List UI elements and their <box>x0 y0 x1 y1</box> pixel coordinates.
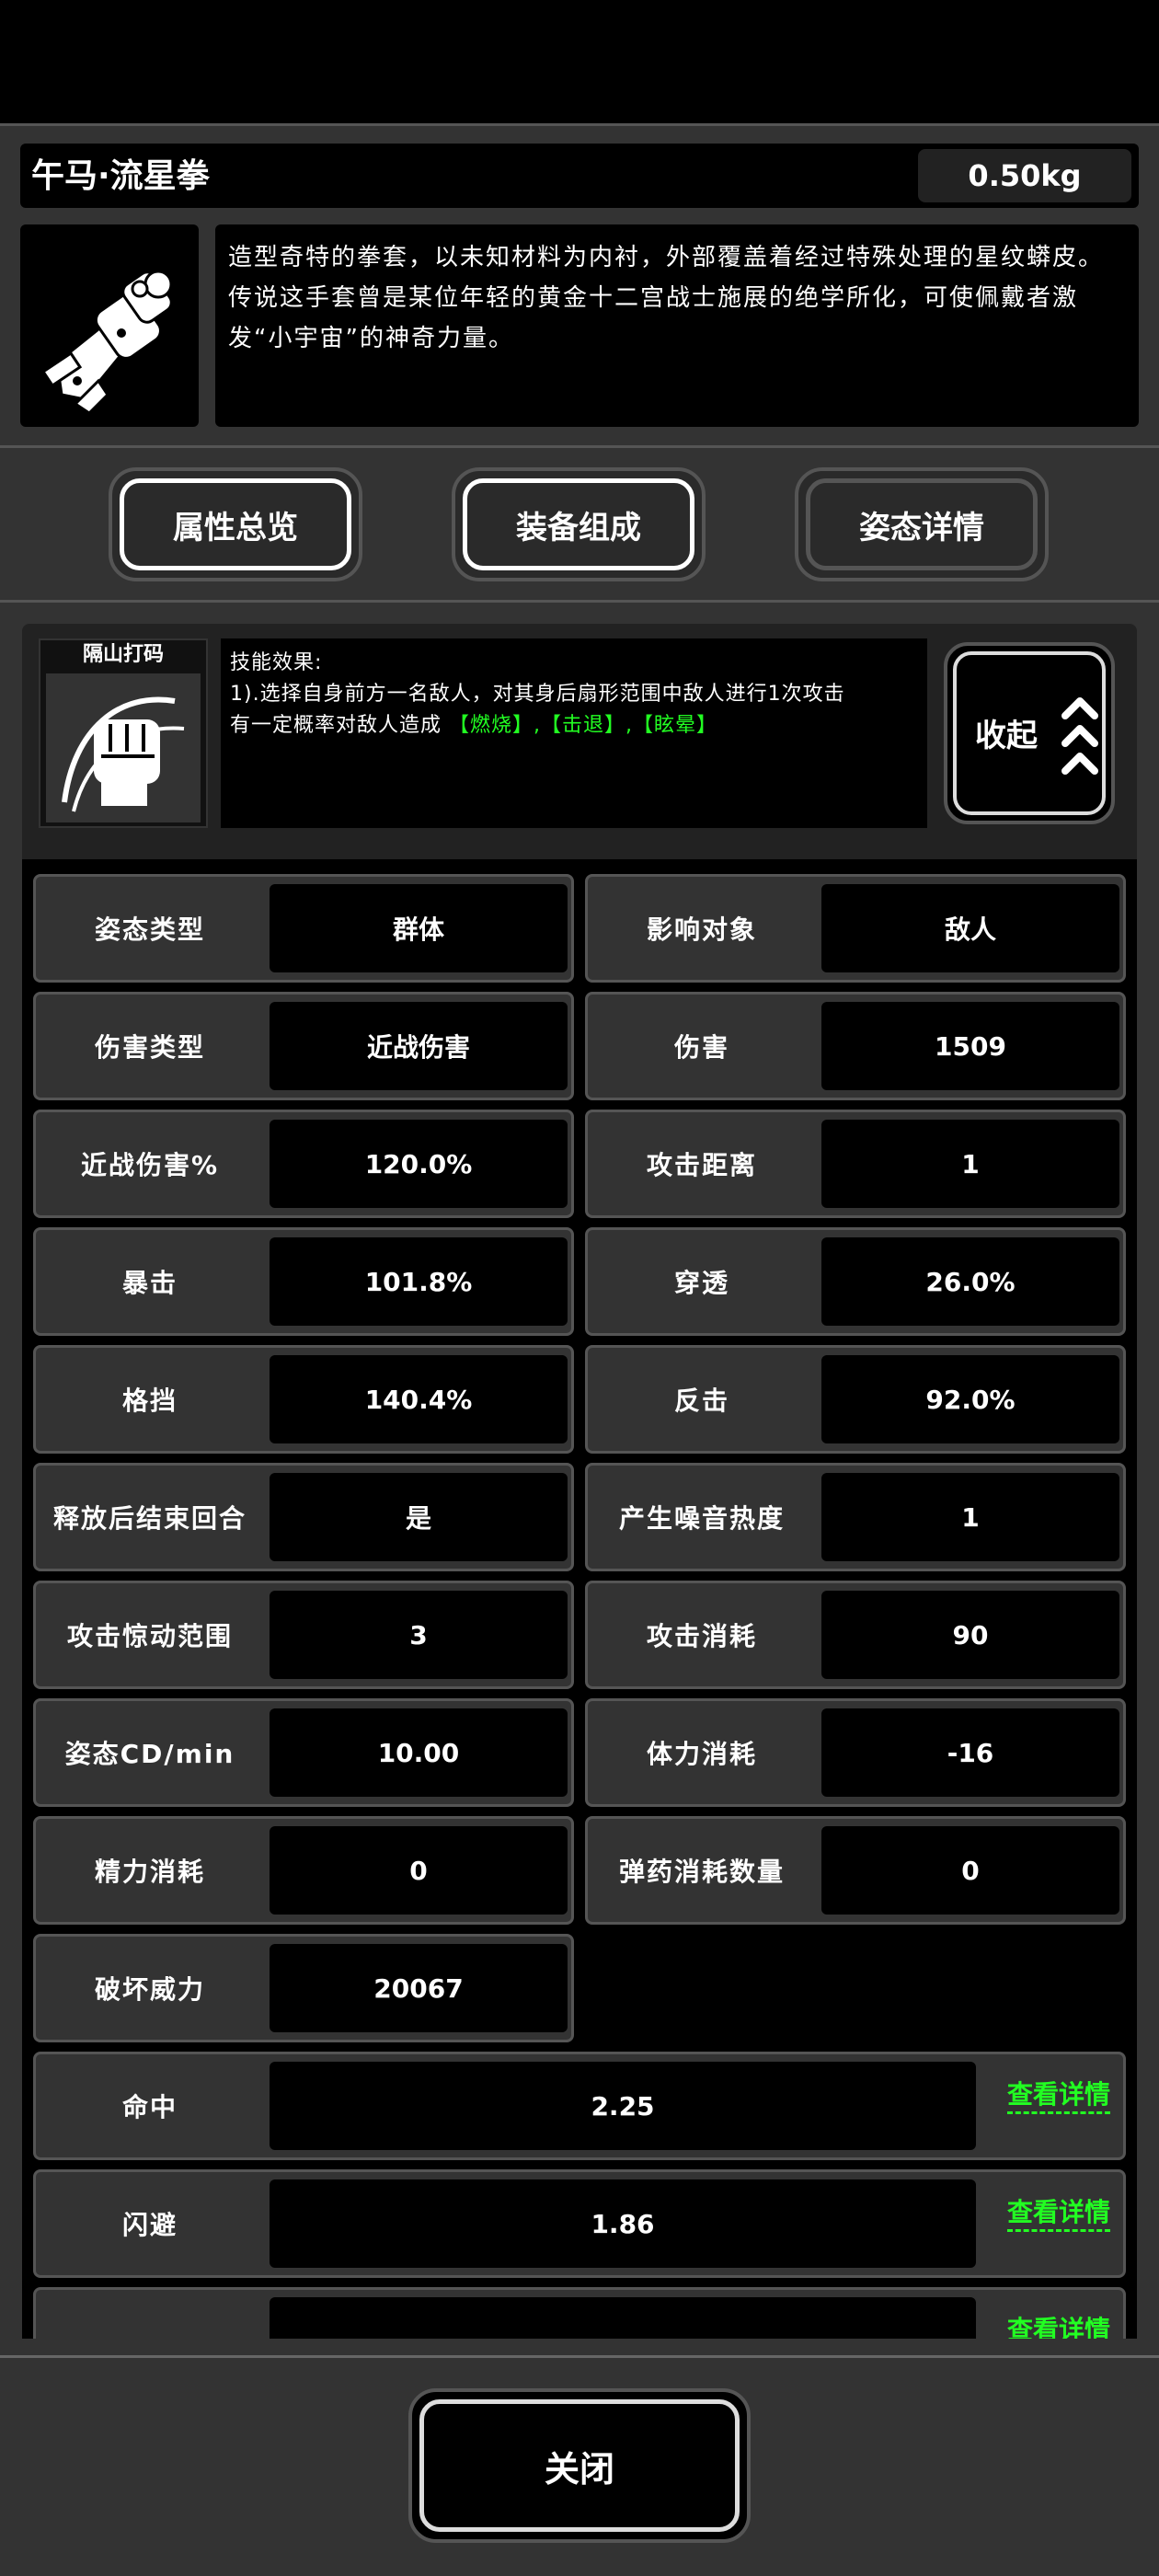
skill-effect-title: 技能效果: <box>230 651 323 674</box>
stat-label: 释放后结束回合 <box>52 1503 247 1534</box>
stat-value: 1 <box>821 1120 1119 1208</box>
stat-value: 2.25 <box>270 2062 976 2150</box>
skill-effect-line: 1).选择自身前方一名敌人，对其身后扇形范围中敌人进行1次攻击 <box>230 683 845 706</box>
stat-row: 攻击惊动范围 3 <box>33 1581 574 1689</box>
stat-label: 命中 <box>121 2092 178 2122</box>
stat-label: 姿态CD/min <box>64 1739 235 1769</box>
stat-value: 3 <box>270 1591 568 1679</box>
stat-label: 精力消耗 <box>94 1857 205 1887</box>
stat-value: 101.8% <box>270 1237 568 1326</box>
fist-icon <box>46 673 201 822</box>
skill-effect: 技能效果: 1).选择自身前方一名敌人，对其身后扇形范围中敌人进行1次攻击 有一… <box>221 638 927 828</box>
stat-value: 群体 <box>270 884 568 972</box>
divider <box>0 445 1159 448</box>
stat-row: 攻击消耗 90 <box>585 1581 1126 1689</box>
stat-row: 攻击距离 1 <box>585 1110 1126 1218</box>
close-button[interactable]: 关闭 <box>408 2388 751 2543</box>
tab-attribute-overview[interactable]: 属性总览 <box>109 467 362 581</box>
collapse-button[interactable]: 收起 <box>944 642 1115 824</box>
stat-label: 近战伤害% <box>80 1150 220 1180</box>
stat-label: 体力消耗 <box>646 1739 757 1769</box>
stat-label: 攻击惊动范围 <box>66 1621 233 1651</box>
tab-label: 姿态详情 <box>859 509 984 546</box>
stat-label: 反击 <box>673 1386 729 1416</box>
stat-row: 姿态CD/min 10.00 <box>33 1698 574 1807</box>
item-description: 造型奇特的拳套，以未知材料为内衬，外部覆盖着经过特殊处理的星纹蟒皮。传说这手套曾… <box>215 224 1139 427</box>
stat-label: 暴击 <box>121 1268 178 1298</box>
chevron-up-icon <box>1061 697 1098 775</box>
stat-row: 释放后结束回合是 <box>33 1463 574 1571</box>
gauntlet-icon <box>20 224 199 427</box>
stat-value: 是 <box>270 1473 568 1561</box>
stat-value: 近战伤害 <box>270 1002 568 1090</box>
stat-value: 1.86 <box>270 2179 976 2268</box>
tab-label: 属性总览 <box>173 509 298 546</box>
close-label: 关闭 <box>544 2448 614 2490</box>
stat-row: 影响对象 敌人 <box>585 874 1126 983</box>
stat-value: 敌人 <box>821 884 1119 972</box>
stat-value <box>270 2297 976 2339</box>
stat-value: 10.00 <box>270 1708 568 1797</box>
stat-value: 1509 <box>821 1002 1119 1090</box>
stat-value: 20067 <box>270 1944 568 2032</box>
divider <box>0 600 1159 603</box>
stat-value: 120.0% <box>270 1120 568 1208</box>
stat-row: 反击 92.0% <box>585 1345 1126 1454</box>
stat-row: 破坏威力 20067 <box>33 1934 574 2042</box>
view-details-link[interactable]: 查看详情 <box>1007 2078 1111 2114</box>
stat-row: 伤害 1509 <box>585 992 1126 1100</box>
stat-label: 攻击距离 <box>646 1150 757 1180</box>
item-weight: 0.50kg <box>918 149 1131 202</box>
tab-label: 装备组成 <box>516 509 641 546</box>
item-name: 午马·流星拳 <box>31 157 210 195</box>
stat-label: 姿态类型 <box>94 914 205 945</box>
stat-label: 弹药消耗数量 <box>618 1857 785 1887</box>
stat-row: 格挡 140.4% <box>33 1345 574 1454</box>
stat-row: 穿透 26.0% <box>585 1227 1126 1336</box>
stat-label: 攻击消耗 <box>646 1621 757 1651</box>
stat-row: 暴击 101.8% <box>33 1227 574 1336</box>
stat-row: 近战伤害% 120.0% <box>33 1110 574 1218</box>
stats-grid: 姿态类型 群体 影响对象 敌人 伤害类型 近战伤害 伤害 1509 近战伤害% 120.0% 攻击距… <box>22 859 1137 2339</box>
stat-label: 伤害类型 <box>94 1032 205 1063</box>
stat-value: 0 <box>821 1826 1119 1915</box>
stat-label: 伤害 <box>673 1032 729 1063</box>
stat-value: 92.0% <box>821 1355 1119 1443</box>
stat-value: 90 <box>821 1591 1119 1679</box>
stat-value: 0 <box>270 1826 568 1915</box>
stat-row: 精力消耗 0 <box>33 1816 574 1925</box>
skill-effect-prefix: 有一定概率对敌人造成 <box>230 714 442 737</box>
stat-label: 破坏威力 <box>94 1974 205 2005</box>
view-details-link[interactable]: 查看详情 <box>1007 2314 1110 2339</box>
stat-label: 影响对象 <box>646 914 757 945</box>
collapse-label: 收起 <box>975 718 1038 754</box>
stat-value: 140.4% <box>270 1355 568 1443</box>
stat-label: 穿透 <box>673 1268 729 1298</box>
stat-label <box>36 2290 264 2339</box>
detail-row: 闪避 1.86 查看详情 <box>33 2169 1126 2278</box>
stat-label: 格挡 <box>121 1386 178 1416</box>
stat-value: 26.0% <box>821 1237 1119 1326</box>
stat-label: 产生噪音热度 <box>618 1503 785 1534</box>
stat-row: 弹药消耗数量 0 <box>585 1816 1126 1925</box>
tab-equipment-composition[interactable]: 装备组成 <box>452 467 706 581</box>
stat-row: 姿态类型 群体 <box>33 874 574 983</box>
detail-row: 命中 2.25 查看详情 <box>33 2052 1126 2160</box>
stat-row: 伤害类型 近战伤害 <box>33 992 574 1100</box>
stat-row: 体力消耗 -16 <box>585 1698 1126 1807</box>
skill-effect-line: 有一定概率对敌人造成 【燃烧】,【击退】,【眩晕】 <box>230 710 918 742</box>
tab-stance-details[interactable]: 姿态详情 <box>795 467 1049 581</box>
stat-label: 闪避 <box>121 2210 178 2240</box>
skill-name: 隔山打码 <box>82 643 164 666</box>
stat-row: 产生噪音热度 1 <box>585 1463 1126 1571</box>
stat-value: -16 <box>821 1708 1119 1797</box>
skill-effect-tags: 【燃烧】,【击退】,【眩晕】 <box>449 714 718 737</box>
detail-row: 查看详情 <box>33 2287 1126 2339</box>
skill-card: 隔山打码 <box>39 638 208 828</box>
stat-value: 1 <box>821 1473 1119 1561</box>
view-details-link[interactable]: 查看详情 <box>1007 2196 1111 2232</box>
